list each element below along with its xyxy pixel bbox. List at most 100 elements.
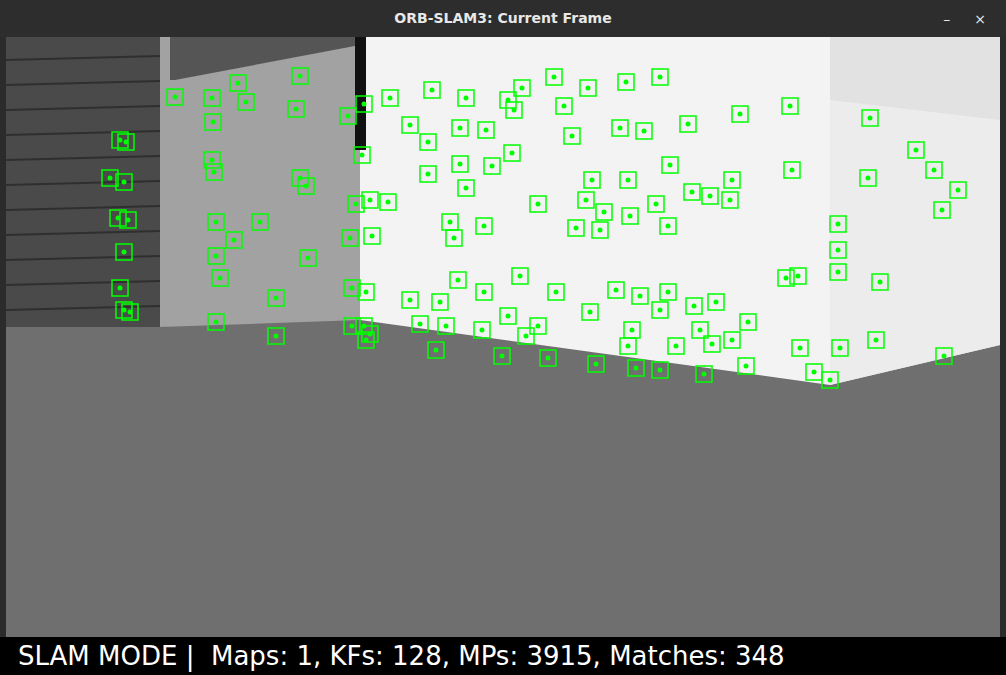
feature-marker — [620, 172, 636, 188]
minimize-button[interactable]: – — [939, 12, 954, 26]
feature-marker — [568, 220, 584, 236]
feature-marker — [648, 196, 664, 212]
feature-marker — [494, 348, 510, 364]
feature-marker — [504, 145, 520, 161]
window-title: ORB-SLAM3: Current Frame — [394, 8, 611, 29]
feature-marker — [724, 332, 740, 348]
feature-marker — [612, 120, 628, 136]
feature-marker — [530, 318, 546, 334]
feature-marker — [860, 170, 876, 186]
feature-marker — [268, 328, 284, 344]
feature-marker — [660, 218, 676, 234]
feature-marker — [442, 214, 458, 230]
close-button[interactable]: × — [970, 12, 990, 26]
feature-marker — [356, 318, 372, 334]
feature-marker — [582, 304, 598, 320]
frame-view — [0, 37, 1006, 637]
feature-marker — [432, 294, 448, 310]
feature-marker — [936, 348, 952, 364]
feature-marker — [420, 134, 436, 150]
feature-marker — [288, 101, 304, 117]
feature-marker — [446, 230, 462, 246]
feature-marker — [476, 284, 492, 300]
feature-marker — [782, 98, 798, 114]
feature-marker — [862, 110, 878, 126]
feature-marker — [268, 290, 284, 306]
feature-marker — [608, 282, 624, 298]
feature-marker — [300, 250, 316, 266]
feature-marker — [832, 340, 848, 356]
feature-marker — [112, 280, 128, 296]
feature-marker — [702, 188, 718, 204]
feature-marker — [556, 98, 572, 114]
feature-marker — [684, 184, 700, 200]
feature-marker — [208, 214, 224, 230]
feature-marker — [402, 292, 418, 308]
feature-marker — [478, 122, 494, 138]
feature-marker — [668, 338, 684, 354]
feature-marker — [206, 164, 222, 180]
feature-marker — [116, 174, 132, 190]
feature-marker — [790, 268, 806, 284]
feature-marker — [636, 123, 652, 139]
feature-marker — [356, 96, 372, 112]
feature-marker — [784, 162, 800, 178]
feature-marker — [500, 92, 516, 108]
feature-marker — [632, 288, 648, 304]
feature-marker — [340, 108, 356, 124]
feature-marker — [458, 90, 474, 106]
feature-marker — [212, 270, 228, 286]
feature-marker — [208, 314, 224, 330]
feature-marker — [622, 208, 638, 224]
feature-marker — [230, 75, 246, 91]
feature-marker — [424, 82, 440, 98]
feature-marker — [830, 242, 846, 258]
feature-marker — [506, 102, 522, 118]
status-bar: SLAM MODE | Maps: 1, KFs: 128, MPs: 3915… — [0, 637, 1006, 675]
feature-marker — [120, 212, 136, 228]
feature-marker — [872, 274, 888, 290]
feature-marker — [830, 264, 846, 280]
feature-marker — [652, 362, 668, 378]
feature-marker — [476, 218, 492, 234]
feature-marker — [540, 350, 556, 366]
feature-marker — [868, 332, 884, 348]
title-bar: ORB-SLAM3: Current Frame – × — [0, 0, 1006, 37]
feature-marker — [450, 272, 466, 288]
feature-marker — [732, 106, 748, 122]
feature-marker — [660, 284, 676, 300]
feature-marker — [484, 158, 500, 174]
feature-marker — [500, 308, 516, 324]
feature-marker — [204, 90, 220, 106]
feature-marker — [662, 157, 678, 173]
feature-marker — [122, 304, 138, 320]
feature-marker — [680, 116, 696, 132]
feature-marker — [830, 216, 846, 232]
feature-marker — [238, 94, 254, 110]
feature-marker — [380, 194, 396, 210]
feature-marker — [724, 172, 740, 188]
feature-marker — [362, 192, 378, 208]
feature-marker — [618, 74, 634, 90]
feature-marker — [530, 196, 546, 212]
feature-marker — [512, 268, 528, 284]
feature-marker — [596, 204, 612, 220]
feature-marker — [292, 68, 308, 84]
feature-marker — [822, 372, 838, 388]
feature-marker — [628, 360, 644, 376]
feature-marker — [116, 244, 132, 260]
feature-marker — [208, 248, 224, 264]
feature-marker — [420, 166, 436, 182]
feature-marker — [792, 340, 808, 356]
feature-marker — [402, 117, 418, 133]
feature-marker — [205, 114, 221, 130]
feature-marker — [342, 230, 358, 246]
feature-marker — [708, 294, 724, 310]
feature-marker — [298, 178, 314, 194]
feature-marker — [452, 156, 468, 172]
feature-marker — [592, 222, 608, 238]
feature-marker — [740, 314, 756, 330]
feature-marker — [686, 298, 702, 314]
feature-marker — [704, 336, 720, 352]
feature-marker — [722, 192, 738, 208]
